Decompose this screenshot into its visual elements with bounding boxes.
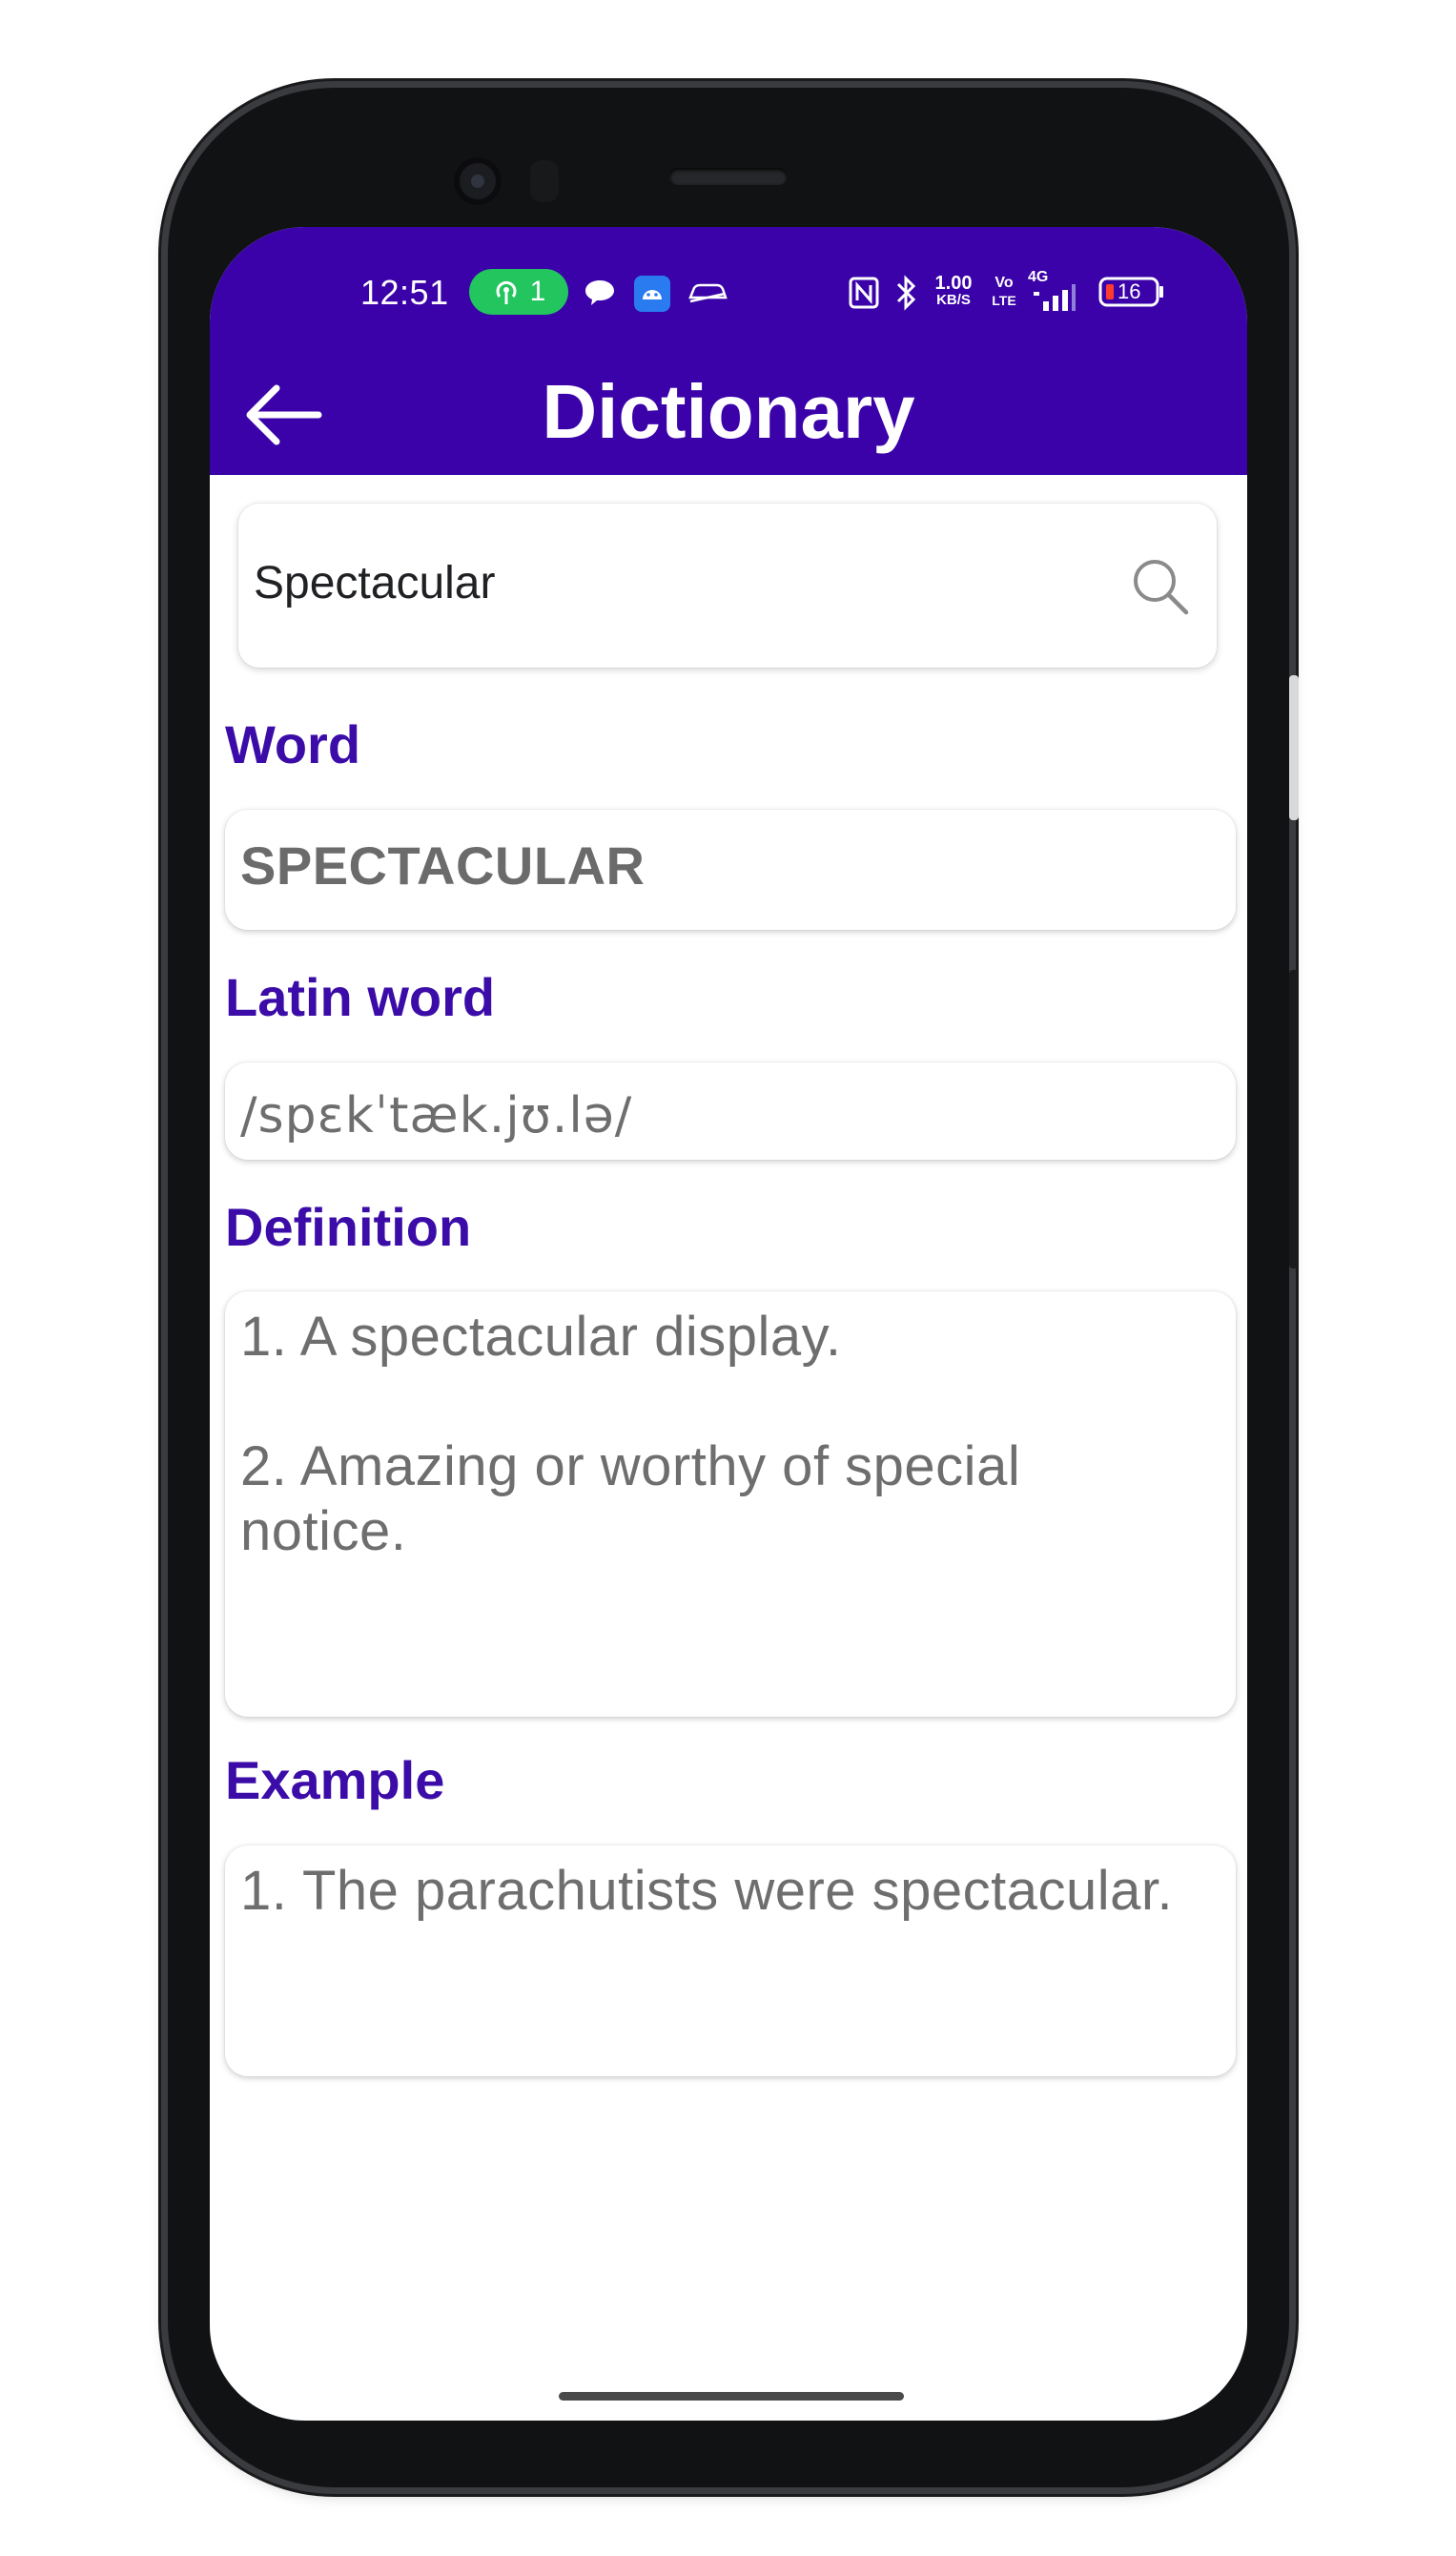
example-card: 1. The parachutists were spectacular. xyxy=(225,1845,1236,2076)
front-camera xyxy=(454,157,502,205)
nfc-icon xyxy=(849,277,879,309)
bluetooth-icon xyxy=(896,275,916,311)
search-input[interactable]: Spectacular xyxy=(238,504,1217,668)
car-icon xyxy=(688,283,728,303)
example-label: Example xyxy=(225,1750,445,1810)
hotspot-icon xyxy=(496,280,517,304)
chat-bubble-icon xyxy=(585,280,614,305)
phone-side-button xyxy=(1289,675,1299,820)
screen: 12:51 1 1.00 KB/S Vo LTE 4G 16 Dictionar… xyxy=(210,227,1247,2421)
app-bar: 12:51 1 1.00 KB/S Vo LTE 4G 16 Dictionar… xyxy=(210,227,1247,475)
data-rate: 1.00 KB/S xyxy=(927,273,980,309)
definition-item-1: 1. A spectacular display. xyxy=(240,1306,842,1368)
definition-label: Definition xyxy=(225,1197,472,1257)
hotspot-badge: 1 xyxy=(469,269,568,315)
battery-indicator: 16 xyxy=(1098,277,1163,307)
android-app-icon xyxy=(634,276,670,312)
signal-icon xyxy=(1034,284,1076,311)
search-icon[interactable] xyxy=(1129,555,1192,618)
latin-word-label: Latin word xyxy=(225,967,496,1027)
data-rate-value: 1.00 xyxy=(934,273,973,294)
proximity-sensor xyxy=(530,160,559,202)
status-time: 12:51 xyxy=(360,273,449,312)
latin-word-value: /spɛkˈtæk.jʊ.lə/ xyxy=(240,1087,633,1144)
home-indicator[interactable] xyxy=(559,2392,904,2401)
volte-indicator: Vo LTE xyxy=(988,275,1020,309)
definition-card: 1. A spectacular display. 2. Amazing or … xyxy=(225,1291,1236,1717)
data-rate-unit: KB/S xyxy=(936,292,971,308)
latin-word-card: /spɛkˈtæk.jʊ.lə/ xyxy=(225,1062,1236,1160)
volte-top: Vo xyxy=(995,275,1014,291)
battery-level: 16 xyxy=(1118,279,1141,303)
word-card: SPECTACULAR xyxy=(225,810,1236,930)
word-label: Word xyxy=(225,714,361,774)
definition-item-2-cont: notice. xyxy=(240,1500,407,1562)
definition-item-2: 2. Amazing or worthy of special xyxy=(240,1435,1021,1497)
page-title: Dictionary xyxy=(542,369,915,454)
search-input-value[interactable]: Spectacular xyxy=(254,557,495,609)
word-value: SPECTACULAR xyxy=(240,835,646,896)
volte-bottom: LTE xyxy=(992,293,1016,308)
phone-power-button xyxy=(1289,970,1299,1268)
hotspot-count: 1 xyxy=(529,276,546,307)
example-item-1: 1. The parachutists were spectacular. xyxy=(240,1860,1174,1922)
earpiece-speaker xyxy=(669,168,788,185)
